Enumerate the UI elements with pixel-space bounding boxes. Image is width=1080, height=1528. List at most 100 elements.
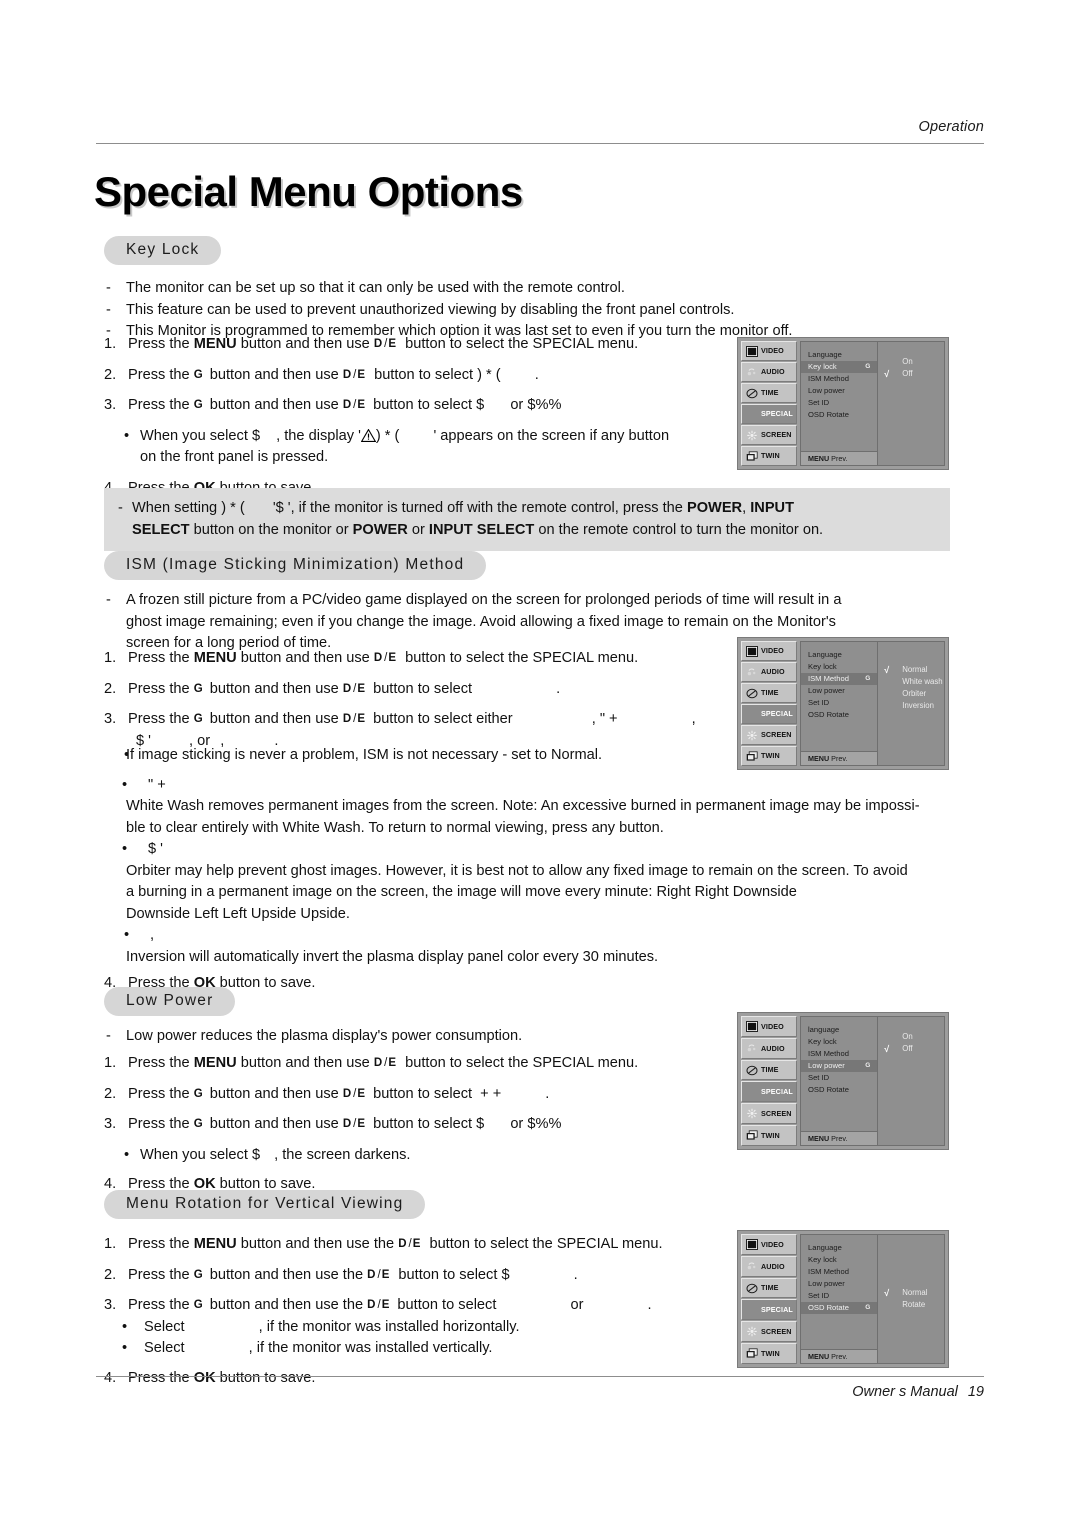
- osd-nav-item-twin[interactable]: TWIN: [741, 1125, 797, 1146]
- osd-nav-item-video[interactable]: VIDEO: [741, 341, 797, 361]
- osd-nav-item-screen[interactable]: SCREEN: [741, 725, 797, 745]
- osd-nav-item-twin[interactable]: TWIN: [741, 1343, 797, 1364]
- osd-nav-item-video[interactable]: VIDEO: [741, 1234, 797, 1255]
- osd-nav-item-audio[interactable]: AUDIO: [741, 362, 797, 382]
- osd-nav-label: TIME: [761, 688, 779, 698]
- osd-nav-item-time[interactable]: TIME: [741, 1277, 797, 1299]
- osd-menu-item-label: Set ID: [808, 398, 830, 407]
- step-target-glyphs: + +: [480, 1085, 502, 1102]
- bullet-1: • " +: [104, 775, 944, 797]
- osd-menu-item[interactable]: Set ID: [801, 697, 877, 709]
- osd-menu-item[interactable]: Key lock G: [801, 361, 878, 373]
- osd-menu-item[interactable]: Set ID: [801, 397, 877, 409]
- osd-nav-label: SCREEN: [761, 1327, 792, 1337]
- osd-option[interactable]: Orbiter: [878, 688, 944, 700]
- osd-menu-item-label: ISM Method: [808, 374, 849, 383]
- osd-nav-item-twin[interactable]: TWIN: [741, 446, 797, 466]
- osd-menu-item[interactable]: Low power: [801, 685, 877, 697]
- osd-footer-prev: Prev.: [831, 754, 848, 763]
- osd-menu-item[interactable]: Key lock: [801, 661, 877, 673]
- osd-nav-item-screen[interactable]: SCREEN: [741, 425, 797, 445]
- osd-nav-item-time[interactable]: TIME: [741, 683, 797, 703]
- dash-text-line2: ghost image remaining; even if you chang…: [126, 613, 836, 630]
- footer-page-number: 19: [967, 1384, 984, 1400]
- step-number: 1.: [104, 650, 117, 666]
- step-number: 3.: [104, 711, 117, 727]
- osd-nav-label: TWIN: [761, 751, 780, 761]
- osd-nav-item-video[interactable]: VIDEO: [741, 641, 797, 661]
- osd-menu-item[interactable]: ISM Method: [801, 1048, 877, 1060]
- twin-icon: [746, 450, 758, 462]
- ism-pill-label: ISM (Image Sticking Minimization) Method: [104, 551, 487, 580]
- rotation-bullet-1: • Select , if the monitor was installed …: [104, 1317, 744, 1339]
- menu-keyword: MENU: [193, 1236, 237, 1252]
- osd-menu-item[interactable]: Key lock: [801, 1036, 877, 1048]
- osd-option[interactable]: √ Normal: [878, 1287, 944, 1299]
- key-d-icon: D: [342, 1118, 352, 1130]
- osd-nav-item-time[interactable]: TIME: [741, 383, 797, 403]
- osd-nav-item-special[interactable]: SPECIAL: [741, 704, 797, 724]
- osd-nav-item-special[interactable]: SPECIAL: [741, 1299, 797, 1321]
- osd-menu-item[interactable]: OSD Rotate: [801, 1084, 877, 1096]
- osd-menu-item[interactable]: Low power G: [801, 1060, 878, 1072]
- osd-nav-item-special[interactable]: SPECIAL: [741, 1081, 797, 1103]
- osd-option[interactable]: Inversion: [878, 700, 944, 712]
- menu-keyword: MENU: [193, 336, 237, 352]
- osd-nav-item-time[interactable]: TIME: [741, 1059, 797, 1081]
- osd-nav-item-audio[interactable]: AUDIO: [741, 1255, 797, 1277]
- osd-option[interactable]: √ Off: [878, 368, 944, 380]
- osd-menu-item[interactable]: Low power: [801, 1278, 877, 1290]
- step-target-glyphs: $: [501, 1266, 510, 1283]
- osd-option[interactable]: On: [878, 356, 944, 368]
- dash-marker: -: [106, 592, 111, 608]
- osd-menu-item[interactable]: OSD Rotate: [801, 409, 877, 421]
- osd-menu-item[interactable]: ISM Method: [801, 373, 877, 385]
- step-or: or: [510, 397, 524, 413]
- osd-option[interactable]: White wash: [878, 676, 944, 688]
- osd-nav-item-audio[interactable]: AUDIO: [741, 662, 797, 682]
- note-target-glyphs: ) * (: [375, 427, 400, 444]
- audio-icon: [746, 1261, 758, 1272]
- osd-nav-item-screen[interactable]: SCREEN: [741, 1103, 797, 1125]
- osd-option-list: √ Normal White wash Orbiter Inversion: [878, 641, 945, 766]
- osd-nav-item-video[interactable]: VIDEO: [741, 1016, 797, 1037]
- osd-menu-item[interactable]: Key lock: [801, 1254, 877, 1266]
- osd-menu-item[interactable]: OSD Rotate: [801, 709, 877, 721]
- osd-menu-item[interactable]: Set ID: [801, 1290, 877, 1302]
- osd-footer-prev: Prev.: [831, 454, 848, 463]
- osd-menu-item[interactable]: ISM Method G: [801, 673, 878, 685]
- osd-option[interactable]: On: [878, 1031, 944, 1043]
- osd-menu-item[interactable]: Language: [801, 349, 877, 361]
- step-text-end: .: [573, 1266, 578, 1283]
- option-on-glyph: $: [476, 397, 485, 413]
- step-1: 1. Press the MENU button and then use D /…: [104, 334, 724, 356]
- osd-option[interactable]: √ Normal: [878, 664, 944, 676]
- note-text-b: , the display ': [276, 427, 361, 444]
- osd-nav-item-twin[interactable]: TWIN: [741, 746, 797, 766]
- osd-nav-label: SPECIAL: [761, 1305, 793, 1315]
- bullet-title: " +: [148, 776, 166, 793]
- osd-menu-item[interactable]: OSD Rotate G: [801, 1302, 878, 1314]
- osd-main: language Key lock ISM Method Low power G Set …: [800, 1016, 945, 1146]
- step-1: 1. Press the MENU button and then use D /…: [104, 648, 744, 670]
- osd-nav-item-audio[interactable]: AUDIO: [741, 1037, 797, 1059]
- running-head-label: Operation: [918, 119, 984, 135]
- osd-menu-item[interactable]: Set ID: [801, 1072, 877, 1084]
- osd-option[interactable]: Rotate: [878, 1299, 944, 1311]
- osd-menu-item[interactable]: Language: [801, 649, 877, 661]
- osd-menu-item[interactable]: language: [801, 1024, 877, 1036]
- osd-menu-item-label: OSD Rotate: [808, 1303, 849, 1312]
- osd-nav-item-special[interactable]: SPECIAL: [741, 404, 797, 424]
- osd-menu-item[interactable]: ISM Method: [801, 1266, 877, 1278]
- osd-option[interactable]: √ Off: [878, 1043, 944, 1055]
- menu-rotation-steps: 1. Press the MENU button and then use th…: [104, 1234, 744, 1389]
- osd-nav-item-screen[interactable]: SCREEN: [741, 1321, 797, 1343]
- osd-screenshot-low-power: VIDEO AUDIO TIME SPECIAL SCREEN TWIN language K…: [737, 1012, 949, 1150]
- osd-menu-item-label: ISM Method: [808, 1049, 849, 1058]
- key-e-icon: E: [357, 682, 366, 695]
- osd-menu-item[interactable]: Low power: [801, 385, 877, 397]
- bullet-marker: •: [122, 776, 128, 793]
- osd-nav-label: TIME: [761, 1065, 779, 1075]
- osd-menu-item-label: Key lock: [808, 362, 837, 371]
- osd-menu-item[interactable]: Language: [801, 1242, 877, 1254]
